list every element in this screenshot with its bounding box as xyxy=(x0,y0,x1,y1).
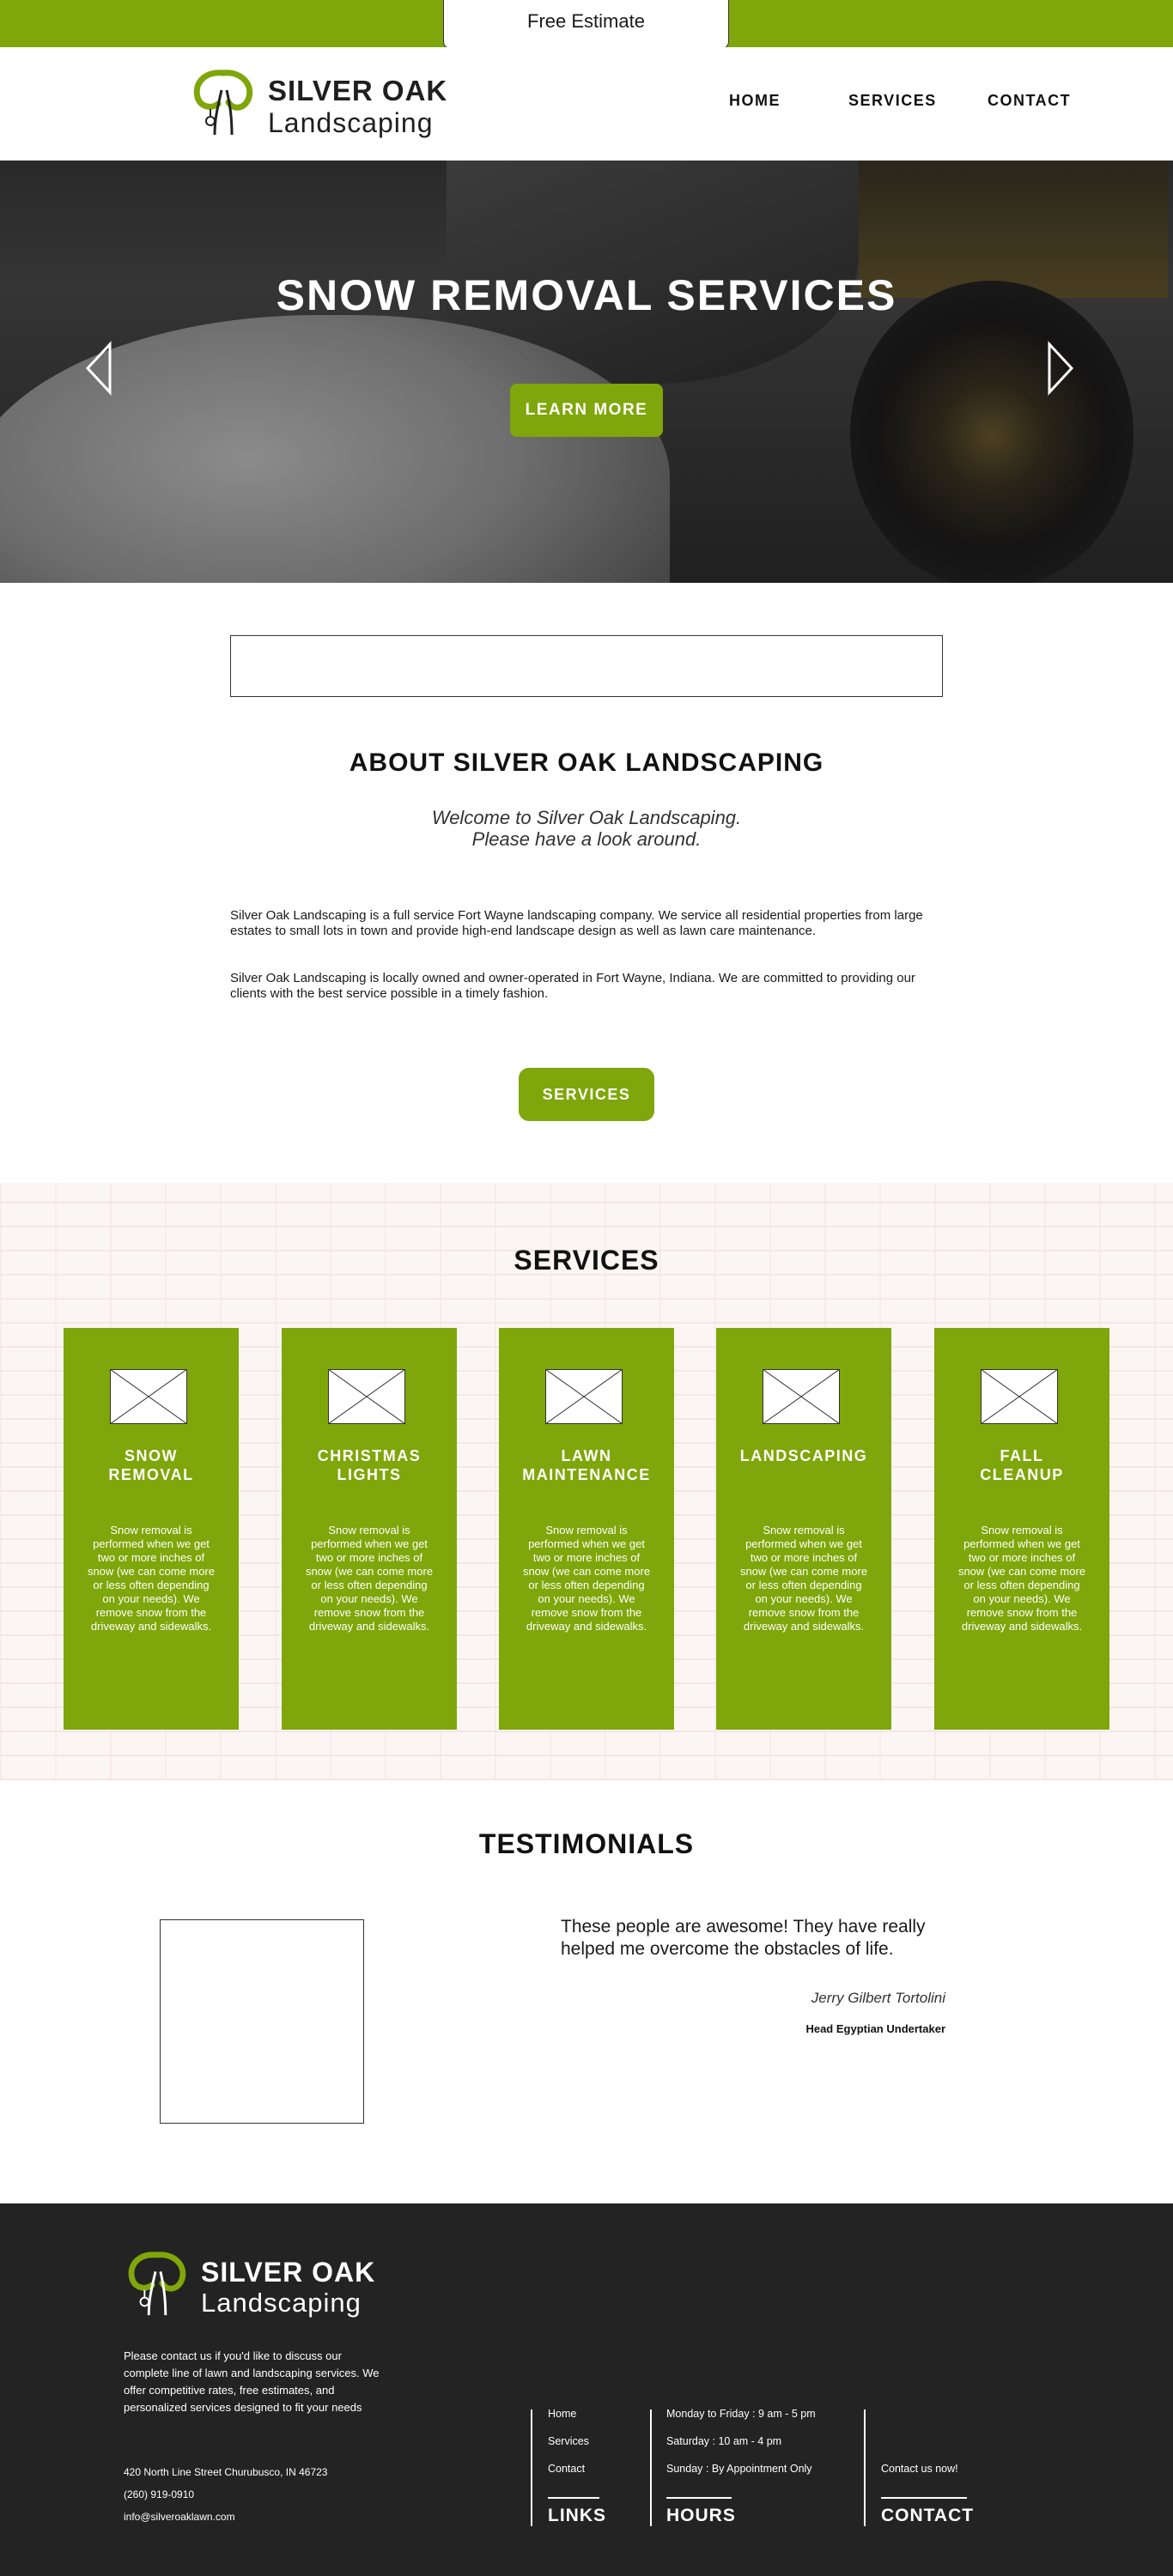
service-card-fall-cleanup[interactable]: FALL CLEANUP Snow removal is performed w… xyxy=(934,1328,1109,1730)
hero-slider: SNOW REMOVAL SERVICES LEARN MORE xyxy=(0,161,1173,583)
footer-hours-saturday: Saturday : 10 am - 4 pm xyxy=(666,2435,782,2447)
services-title: SERVICES xyxy=(514,1245,659,1276)
service-card-title: LAWN MAINTENANCE xyxy=(507,1446,666,1484)
image-placeholder-icon xyxy=(763,1369,840,1424)
site-header: SILVER OAK Landscaping HOME SERVICES CON… xyxy=(0,47,1173,161)
footer-logo[interactable]: SILVER OAK Landscaping xyxy=(124,2246,398,2324)
footer-link-services[interactable]: Services xyxy=(548,2435,589,2447)
service-card-title: LANDSCAPING xyxy=(725,1446,883,1465)
service-card-title-line1: LANDSCAPING xyxy=(739,1447,868,1464)
footer-divider xyxy=(864,2409,866,2526)
testimonial-photo xyxy=(160,1919,364,2124)
footer-hours-weekday: Monday to Friday : 9 am - 5 pm xyxy=(666,2408,816,2420)
testimonial-author: Jerry Gilbert Tortolini xyxy=(811,1990,945,2006)
service-card-title: CHRISTMAS LIGHTS xyxy=(290,1446,448,1484)
brand-tagline: Landscaping xyxy=(268,107,434,138)
about-paragraph-2: Silver Oak Landscaping is locally owned … xyxy=(230,971,915,1001)
service-card-title-line1: SNOW xyxy=(125,1447,178,1464)
footer-hours-heading: HOURS xyxy=(666,2506,736,2525)
about-paragraph-1: Silver Oak Landscaping is a full service… xyxy=(230,908,923,938)
about-subtitle-line2: Please have a look around. xyxy=(471,828,702,850)
service-card-title-line1: LAWN xyxy=(561,1447,612,1464)
footer-heading-rule xyxy=(548,2497,599,2499)
service-card-text: Snow removal is performed when we get tw… xyxy=(305,1524,434,1633)
footer-link-home[interactable]: Home xyxy=(548,2408,576,2420)
oak-tree-logo-icon xyxy=(128,2252,186,2316)
service-card-title-line2: REMOVAL xyxy=(108,1466,194,1483)
services-button[interactable]: SERVICES xyxy=(519,1068,654,1121)
service-card-text: Snow removal is performed when we get tw… xyxy=(87,1524,216,1633)
testimonial-quote: These people are awesome! They have real… xyxy=(561,1917,926,1959)
about-title: ABOUT SILVER OAK LANDSCAPING xyxy=(349,749,824,777)
nav-home[interactable]: HOME xyxy=(729,92,781,110)
service-card-text: Snow removal is performed when we get tw… xyxy=(522,1524,651,1633)
hero-overlay xyxy=(0,161,1173,583)
footer-brand-tagline: Landscaping xyxy=(201,2288,362,2318)
footer-divider xyxy=(650,2409,652,2526)
brand-name: SILVER OAK xyxy=(268,75,448,106)
footer-contact-link[interactable]: Contact us now! xyxy=(881,2463,958,2475)
service-card-title-line2: MAINTENANCE xyxy=(522,1466,651,1483)
chevron-left-icon[interactable] xyxy=(84,341,113,396)
footer-description: Please contact us if you'd like to discu… xyxy=(124,2349,380,2414)
footer-heading-rule xyxy=(881,2497,967,2499)
about-subtitle-line1: Welcome to Silver Oak Landscaping. xyxy=(431,807,742,828)
testimonial-role: Head Egyptian Undertaker xyxy=(805,2022,945,2035)
nav-services[interactable]: SERVICES xyxy=(848,92,937,110)
service-card-christmas-lights[interactable]: CHRISTMAS LIGHTS Snow removal is perform… xyxy=(282,1328,457,1730)
nav-contact[interactable]: CONTACT xyxy=(988,92,1071,110)
about-subtitle: Welcome to Silver Oak Landscaping. Pleas… xyxy=(0,807,1173,850)
search-input[interactable] xyxy=(230,635,943,697)
hero-title: SNOW REMOVAL SERVICES xyxy=(276,271,897,319)
service-card-title: SNOW REMOVAL xyxy=(72,1446,230,1484)
image-placeholder-icon xyxy=(545,1369,623,1424)
service-card-lawn-maintenance[interactable]: LAWN MAINTENANCE Snow removal is perform… xyxy=(499,1328,674,1730)
service-card-title-line1: CHRISTMAS xyxy=(317,1447,422,1464)
learn-more-button[interactable]: LEARN MORE xyxy=(510,384,663,437)
service-card-text: Snow removal is performed when we get tw… xyxy=(957,1524,1086,1633)
service-card-snow-removal[interactable]: SNOW REMOVAL Snow removal is performed w… xyxy=(64,1328,239,1730)
service-card-text: Snow removal is performed when we get tw… xyxy=(739,1524,868,1633)
footer-heading-rule xyxy=(666,2497,732,2499)
service-card-title-line2: LIGHTS xyxy=(337,1466,402,1483)
testimonials-title: TESTIMONIALS xyxy=(478,1828,695,1859)
free-estimate-button[interactable]: Free Estimate xyxy=(443,0,729,50)
service-card-title-line2: CLEANUP xyxy=(980,1466,1064,1483)
footer-contact-heading: CONTACT xyxy=(881,2506,975,2525)
footer-brand-name: SILVER OAK xyxy=(201,2257,376,2288)
footer-phone[interactable]: (260) 919-0910 xyxy=(124,2488,194,2500)
chevron-right-icon[interactable] xyxy=(1046,341,1075,396)
image-placeholder-icon xyxy=(328,1369,405,1424)
service-card-title-line1: FALL xyxy=(1000,1447,1044,1464)
oak-tree-logo-icon xyxy=(193,70,253,136)
service-card-title: FALL CLEANUP xyxy=(943,1446,1101,1484)
footer-hours-sunday: Sunday : By Appointment Only xyxy=(666,2463,812,2475)
footer-link-contact[interactable]: Contact xyxy=(548,2463,585,2475)
site-logo[interactable]: SILVER OAK Landscaping xyxy=(189,64,464,142)
site-footer: SILVER OAK Landscaping Please contact us… xyxy=(0,2203,1173,2576)
image-placeholder-icon xyxy=(981,1369,1058,1424)
service-card-landscaping[interactable]: LANDSCAPING Snow removal is performed wh… xyxy=(716,1328,891,1730)
footer-divider xyxy=(531,2409,532,2526)
footer-links-heading: LINKS xyxy=(548,2506,606,2525)
image-placeholder-icon xyxy=(110,1369,187,1424)
footer-address: 420 North Line Street Churubusco, IN 467… xyxy=(124,2466,328,2478)
footer-email[interactable]: info@silveroaklawn.com xyxy=(124,2511,235,2523)
